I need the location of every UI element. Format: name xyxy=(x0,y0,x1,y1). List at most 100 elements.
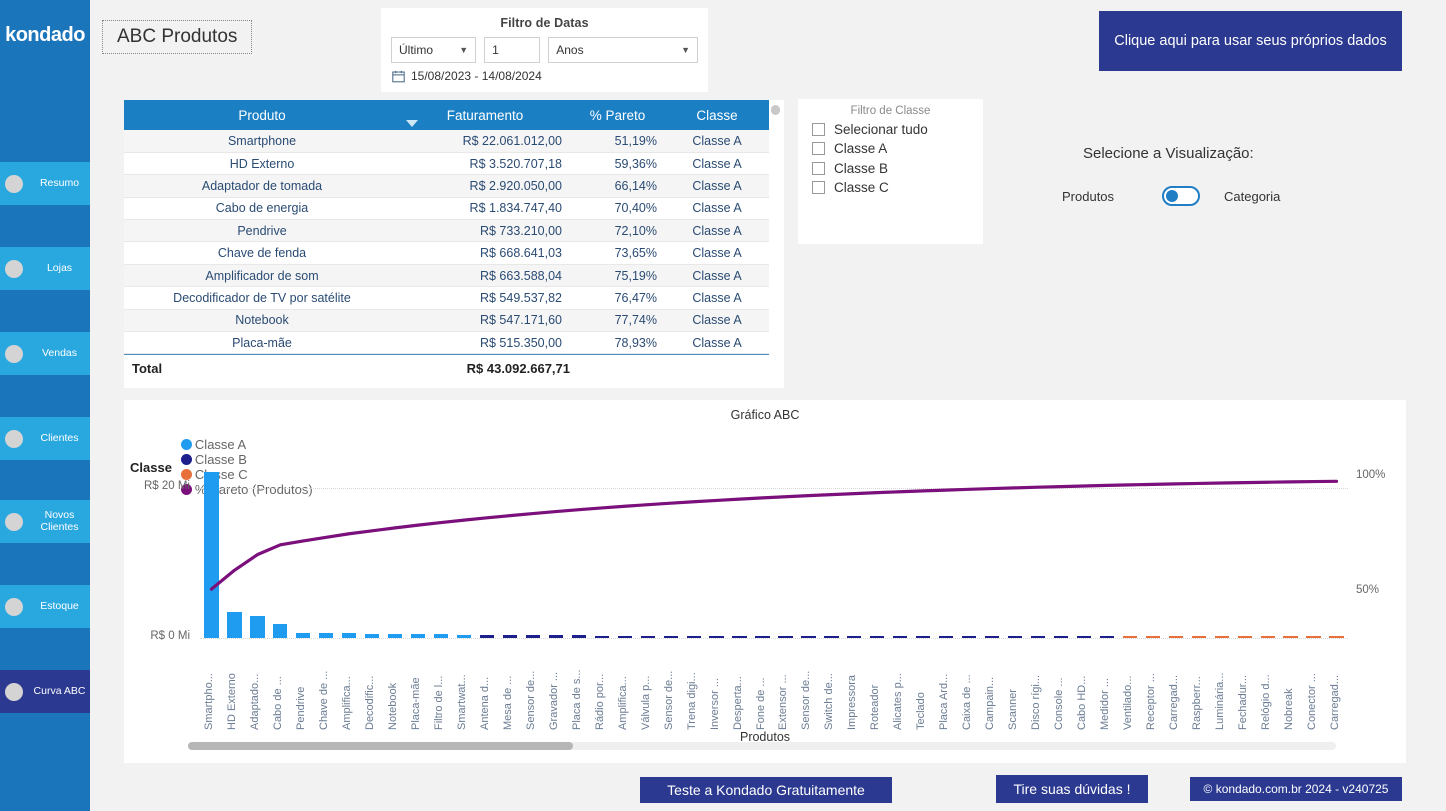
table-cell-classe: Classe A xyxy=(665,332,769,354)
table-cell-produto: Smartphone xyxy=(124,130,400,152)
table-row[interactable]: PendriveR$ 733.210,0072,10%Classe A xyxy=(124,220,769,242)
x-axis-tick-label: Placa Ard... xyxy=(938,646,950,730)
date-mode-select[interactable]: Último ▼ xyxy=(391,37,476,63)
table-row[interactable]: Placa-mãeR$ 515.350,0078,93%Classe A xyxy=(124,332,769,354)
date-range-display: 15/08/2023 - 14/08/2024 xyxy=(381,63,708,83)
nav-bullet-icon xyxy=(5,175,23,193)
table-header-pareto[interactable]: % Pareto xyxy=(570,100,665,130)
x-axis-tick-label: Pendrive xyxy=(295,646,307,730)
date-unit-select[interactable]: Anos ▼ xyxy=(548,37,698,63)
chart-scrollbar-thumb[interactable] xyxy=(188,742,573,750)
use-own-data-button[interactable]: Clique aqui para usar seus próprios dado… xyxy=(1099,11,1402,71)
table-cell-classe: Classe A xyxy=(665,242,769,264)
class-filter-items: Selecionar tudo Classe AClasse BClasse C xyxy=(798,117,983,195)
table-header-classe[interactable]: Classe xyxy=(665,100,769,130)
table-cell-pareto: 73,65% xyxy=(570,242,665,264)
x-axis-tick-label: Fone de ... xyxy=(755,646,767,730)
table-cell-pareto: 76,47% xyxy=(570,287,665,309)
sidebar-item-resumo[interactable]: Resumo xyxy=(0,162,90,205)
checkbox-icon[interactable] xyxy=(812,142,825,155)
table-cell-produto: HD Externo xyxy=(124,152,400,174)
table-cell-pareto: 78,93% xyxy=(570,332,665,354)
table-row[interactable]: Decodificador de TV por satéliteR$ 549.5… xyxy=(124,287,769,309)
visualization-toggle[interactable] xyxy=(1162,186,1200,206)
abc-table-card: ProdutoFaturamento% ParetoClasse Smartph… xyxy=(124,100,784,388)
sidebar-item-curva-abc[interactable]: Curva ABC xyxy=(0,670,90,713)
table-row[interactable]: Cabo de energiaR$ 1.834.747,4070,40%Clas… xyxy=(124,197,769,219)
table-cell-pareto: 75,19% xyxy=(570,264,665,286)
chart-plot-area xyxy=(200,465,1348,638)
toggle-knob xyxy=(1166,190,1178,202)
checkbox-icon[interactable] xyxy=(812,123,825,136)
table-row[interactable]: NotebookR$ 547.171,6077,74%Classe A xyxy=(124,309,769,331)
x-axis-tick-label: Sensor de... xyxy=(800,646,812,730)
sidebar-item-novos-clientes[interactable]: Novos Clientes xyxy=(0,500,90,543)
x-axis-tick-label: Gravador ... xyxy=(548,646,560,730)
chart-scrollbar[interactable] xyxy=(188,742,1336,750)
x-axis-tick-label: Impressora xyxy=(846,646,858,730)
sidebar-item-vendas[interactable]: Vendas xyxy=(0,332,90,375)
date-amount-input[interactable]: 1 xyxy=(484,37,540,63)
visualization-toggle-row: Produtos Categoria xyxy=(1062,186,1300,206)
x-axis-tick-label: Relógio d... xyxy=(1260,646,1272,730)
sidebar-item-estoque[interactable]: Estoque xyxy=(0,585,90,628)
table-cell-classe: Classe A xyxy=(665,197,769,219)
table-scrollbar[interactable] xyxy=(771,105,780,115)
class-filter-item-classe-c[interactable]: Classe C xyxy=(798,176,983,196)
chevron-down-icon: ▼ xyxy=(681,45,690,55)
toggle-label-produtos[interactable]: Produtos xyxy=(1062,189,1162,204)
class-filter-item-classe-a[interactable]: Classe A xyxy=(798,137,983,157)
x-axis-tick-label: Filtro de l... xyxy=(433,646,445,730)
date-filter-controls: Último ▼ 1 Anos ▼ xyxy=(381,30,708,63)
table-header-produto[interactable]: Produto xyxy=(124,100,400,130)
sidebar-item-lojas[interactable]: Lojas xyxy=(0,247,90,290)
x-axis-tick-label: Switch de... xyxy=(823,646,835,730)
class-filter-item-classe-b[interactable]: Classe B xyxy=(798,156,983,176)
table-row[interactable]: SmartphoneR$ 22.061.012,0051,19%Classe A xyxy=(124,130,769,152)
table-row[interactable]: Adaptador de tomadaR$ 2.920.050,0066,14%… xyxy=(124,175,769,197)
table-cell-pareto: 59,36% xyxy=(570,152,665,174)
table-row[interactable]: Chave de fendaR$ 668.641,0373,65%Classe … xyxy=(124,242,769,264)
date-mode-value: Último xyxy=(399,43,433,57)
legend-label: Classe A xyxy=(195,437,246,452)
table-cell-faturamento: R$ 515.350,00 xyxy=(400,332,570,354)
sidebar-item-label: Estoque xyxy=(29,601,90,613)
date-filter-title: Filtro de Datas xyxy=(381,8,708,30)
table-cell-produto: Amplificador de som xyxy=(124,264,400,286)
sidebar-item-clientes[interactable]: Clientes xyxy=(0,417,90,460)
abc-table: ProdutoFaturamento% ParetoClasse Smartph… xyxy=(124,100,769,354)
x-axis-tick-label: Mesa de ... xyxy=(502,646,514,730)
date-range-text: 15/08/2023 - 14/08/2024 xyxy=(411,69,542,83)
class-filter-item-selecionar-tudo[interactable]: Selecionar tudo xyxy=(798,117,983,137)
x-axis-tick-label: Campain... xyxy=(984,646,996,730)
x-axis-tick-label: Extensor ... xyxy=(777,646,789,730)
table-row[interactable]: Amplificador de somR$ 663.588,0475,19%Cl… xyxy=(124,264,769,286)
legend-swatch-icon xyxy=(181,454,192,465)
table-cell-faturamento: R$ 549.537,82 xyxy=(400,287,570,309)
x-axis-tick-label: Carregad... xyxy=(1168,646,1180,730)
gridline xyxy=(200,638,1348,639)
legend-swatch-icon xyxy=(181,469,192,480)
table-cell-pareto: 72,10% xyxy=(570,220,665,242)
x-axis-tick-label: Trena digi... xyxy=(686,646,698,730)
table-cell-pareto: 77,74% xyxy=(570,309,665,331)
test-free-button[interactable]: Teste a Kondado Gratuitamente xyxy=(640,777,892,803)
legend-item-classe-a[interactable]: Classe A xyxy=(181,437,313,452)
x-axis-tick-label: Medidor ... xyxy=(1099,646,1111,730)
x-axis-tick-label: Notebook xyxy=(387,646,399,730)
y-axis-tick-label: R$ 20 Mi xyxy=(128,480,190,492)
table-cell-produto: Notebook xyxy=(124,309,400,331)
x-axis-tick-label: Receptor ... xyxy=(1145,646,1157,730)
x-axis-tick-label: Alicates p... xyxy=(892,646,904,730)
class-filter-label: Classe A xyxy=(834,141,887,156)
table-header-faturamento[interactable]: Faturamento xyxy=(400,100,570,130)
x-axis-tick-label: Inversor ... xyxy=(709,646,721,730)
table-row[interactable]: HD ExternoR$ 3.520.707,1859,36%Classe A xyxy=(124,152,769,174)
class-filter-card: Filtro de Classe Selecionar tudoClasse A… xyxy=(798,99,983,244)
class-filter-label: Selecionar tudo xyxy=(834,122,928,137)
checkbox-icon[interactable] xyxy=(812,162,825,175)
ask-questions-button[interactable]: Tire suas dúvidas ! xyxy=(996,775,1148,803)
toggle-label-categoria[interactable]: Categoria xyxy=(1200,189,1300,204)
x-axis-tick-label: Decodific... xyxy=(364,646,376,730)
checkbox-icon[interactable] xyxy=(812,181,825,194)
